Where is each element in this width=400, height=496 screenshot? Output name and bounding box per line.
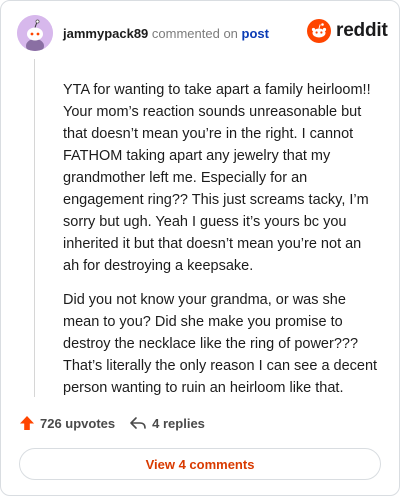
replies-count: 4 replies (152, 415, 205, 431)
reply-arrow-icon (130, 417, 146, 429)
reddit-logo[interactable]: reddit (307, 19, 388, 43)
reddit-wordmark: reddit (336, 20, 388, 41)
post-link[interactable]: post (242, 26, 269, 41)
replies-button[interactable]: 4 replies (129, 415, 205, 431)
comment-paragraph: YTA for wanting to take apart a family h… (63, 82, 371, 274)
view-comments-button[interactable]: View 4 comments (19, 448, 381, 480)
commented-on-text: commented on (151, 26, 238, 41)
avatar[interactable] (17, 15, 53, 51)
comment-paragraph: Did you not know your grandma, or was sh… (63, 292, 378, 396)
comment-body: YTA for wanting to take apart a family h… (63, 79, 381, 411)
upvote-count: 726 upvotes (40, 415, 116, 431)
comment-actions: 726 upvotes 4 replies (19, 415, 205, 431)
upvote-button[interactable]: 726 upvotes (19, 415, 115, 431)
comment-header: jammypack89 commented on post (63, 26, 269, 41)
username[interactable]: jammypack89 (63, 26, 148, 41)
thread-line (34, 59, 35, 397)
view-comments-label: View 4 comments (145, 456, 255, 472)
upvote-arrow-icon (20, 416, 34, 430)
reddit-snoo-icon (307, 19, 331, 43)
comment-card: jammypack89 commented on post reddit YTA… (0, 0, 400, 496)
snoo-avatar-icon (17, 15, 53, 51)
